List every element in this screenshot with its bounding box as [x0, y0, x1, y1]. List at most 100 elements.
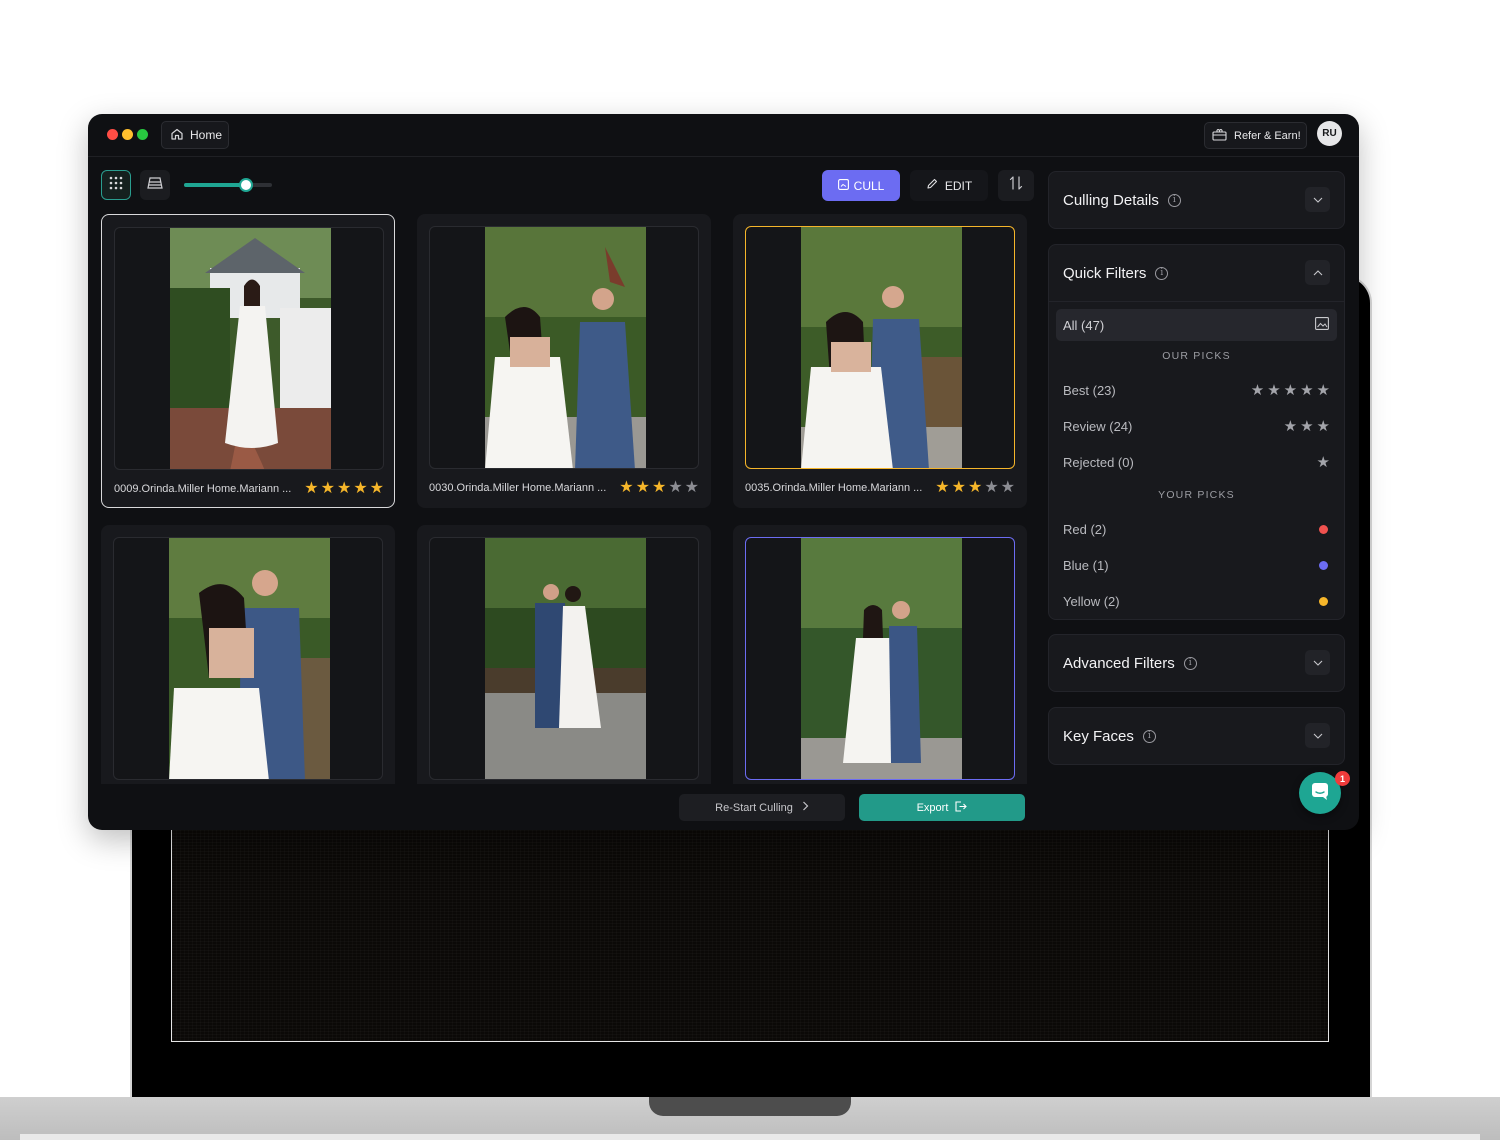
- star-icon[interactable]: ★: [968, 480, 982, 496]
- star-icon: ★: [1250, 382, 1265, 399]
- star-icon[interactable]: ★: [668, 480, 682, 496]
- edit-mode-button[interactable]: EDIT: [910, 170, 988, 201]
- photo-card-0009[interactable]: 0009.Orinda.Miller Home.Mariann ... ★ ★ ★ ★…: [101, 214, 395, 508]
- filter-best-label: Best (23): [1063, 382, 1116, 398]
- photo-thumbnail-couple-portrait: [801, 538, 962, 779]
- advanced-filters-title: Advanced Filters: [1063, 654, 1175, 672]
- key-faces-panel: Key Faces i: [1048, 707, 1345, 765]
- zoom-slider-thumb[interactable]: [238, 178, 253, 192]
- star-icon[interactable]: ★: [984, 480, 998, 496]
- filter-review-label: Review (24): [1063, 418, 1133, 434]
- info-icon[interactable]: i: [1142, 729, 1156, 743]
- zoom-slider[interactable]: [184, 178, 272, 192]
- maximize-window-button[interactable]: [137, 129, 148, 140]
- info-icon[interactable]: i: [1167, 193, 1181, 207]
- chevron-down-icon[interactable]: [1305, 650, 1330, 675]
- filter-yellow-label: Yellow (2): [1063, 593, 1120, 609]
- filter-review[interactable]: Review (24) ★ ★ ★: [1049, 408, 1344, 444]
- photo-thumbnail-couple-first-look: [485, 227, 646, 468]
- photo-thumbnail-couple-kiss: [485, 538, 646, 779]
- export-label: Export: [916, 801, 949, 814]
- user-avatar[interactable]: RU: [1317, 121, 1342, 146]
- info-icon[interactable]: i: [1155, 266, 1169, 280]
- photo-filename: 0009.Orinda.Miller Home.Mariann ...: [114, 483, 292, 495]
- star-icon[interactable]: ★: [321, 481, 335, 497]
- blue-color-dot: [1319, 560, 1328, 570]
- star-icon[interactable]: ★: [370, 481, 384, 497]
- chevron-down-icon[interactable]: [1305, 187, 1330, 212]
- our-picks-heading: OUR PICKS: [1162, 350, 1231, 362]
- advanced-filters-panel: Advanced Filters i: [1048, 634, 1345, 692]
- sort-button[interactable]: [998, 170, 1034, 201]
- filter-rejected[interactable]: Rejected (0) ★: [1049, 444, 1344, 480]
- photo-card-0030[interactable]: 0030.Orinda.Miller Home.Mariann ... ★ ★ ★ ★…: [417, 214, 711, 508]
- filter-red-label: Red (2): [1063, 521, 1107, 537]
- chevron-down-icon[interactable]: [1305, 723, 1330, 748]
- photo-card-0035[interactable]: 0035.Orinda.Miller Home.Mariann ... ★ ★ ★ ★…: [733, 214, 1027, 508]
- export-icon: [955, 800, 968, 815]
- quick-filters-title: Quick Filters: [1063, 264, 1147, 282]
- filter-blue-label: Blue (1): [1063, 557, 1109, 573]
- key-faces-header[interactable]: Key Faces i: [1049, 708, 1344, 764]
- star-icon[interactable]: ★: [304, 481, 318, 497]
- star-icon[interactable]: ★: [652, 480, 666, 496]
- quick-filters-panel: Quick Filters i All (47) OUR PICKS Best …: [1048, 244, 1345, 620]
- sort-arrows-icon: [1009, 175, 1023, 196]
- cull-mode-button[interactable]: CULL: [822, 170, 900, 201]
- laptop-base-shadow: [20, 1134, 1480, 1140]
- photo-caption: 0035.Orinda.Miller Home.Mariann ... ★ ★ ★ ★…: [745, 480, 1015, 496]
- close-window-button[interactable]: [107, 129, 118, 140]
- star-icon[interactable]: ★: [685, 480, 699, 496]
- window-controls: [107, 129, 148, 140]
- star-icon[interactable]: ★: [952, 480, 966, 496]
- refer-earn-button[interactable]: Refer & Earn!: [1204, 122, 1307, 149]
- star-icon[interactable]: ★: [337, 481, 351, 497]
- photo-thumbnail-bride-walking: [170, 228, 331, 469]
- filter-yellow[interactable]: Yellow (2): [1049, 583, 1344, 619]
- advanced-filters-header[interactable]: Advanced Filters i: [1049, 635, 1344, 691]
- star-rating[interactable]: ★ ★ ★ ★ ★: [619, 480, 699, 496]
- star-icon[interactable]: ★: [636, 480, 650, 496]
- culling-details-header[interactable]: Culling Details i: [1049, 172, 1344, 228]
- home-button[interactable]: Home: [161, 121, 229, 149]
- filter-best[interactable]: Best (23) ★ ★ ★ ★ ★: [1049, 372, 1344, 408]
- laptop-notch: [649, 1097, 851, 1116]
- filter-blue[interactable]: Blue (1): [1049, 547, 1344, 583]
- grid-view-button[interactable]: [101, 170, 131, 200]
- info-icon[interactable]: i: [1183, 656, 1197, 670]
- home-icon: [170, 127, 184, 144]
- photo-frame-yellow-tagged: [745, 226, 1015, 469]
- filter-star-rating: ★ ★ ★ ★ ★: [1251, 381, 1330, 399]
- star-icon[interactable]: ★: [619, 480, 633, 496]
- star-icon: ★: [1267, 382, 1281, 399]
- star-icon[interactable]: ★: [1001, 480, 1015, 496]
- star-icon: ★: [1283, 418, 1298, 435]
- zoom-slider-fill: [184, 183, 246, 187]
- filter-all[interactable]: All (47): [1056, 309, 1337, 341]
- restart-culling-label: Re-Start Culling: [715, 801, 793, 814]
- photo-card-5[interactable]: [417, 525, 711, 784]
- star-rating[interactable]: ★ ★ ★ ★ ★: [304, 481, 384, 497]
- star-rating[interactable]: ★ ★ ★ ★ ★: [935, 480, 1015, 496]
- photo-card-6[interactable]: [733, 525, 1027, 784]
- star-icon[interactable]: ★: [353, 481, 367, 497]
- photo-thumbnail-couple-close: [169, 538, 330, 779]
- photo-card-4[interactable]: [101, 525, 395, 784]
- photo-caption: 0009.Orinda.Miller Home.Mariann ... ★ ★ ★ ★…: [114, 481, 384, 497]
- filter-red[interactable]: Red (2): [1049, 511, 1344, 547]
- cull-icon: [837, 178, 849, 193]
- star-icon[interactable]: ★: [935, 480, 949, 496]
- photo-frame-blue-tagged: [745, 537, 1015, 780]
- chevron-up-icon[interactable]: [1305, 260, 1330, 285]
- photo-thumbnail-couple-holding-hands: [801, 227, 962, 468]
- export-button[interactable]: Export: [859, 794, 1025, 821]
- stack-view-button[interactable]: [140, 170, 170, 200]
- minimize-window-button[interactable]: [122, 129, 133, 140]
- gift-icon: [1212, 128, 1227, 144]
- refer-earn-label: Refer & Earn!: [1234, 129, 1301, 142]
- star-icon: ★: [1316, 382, 1330, 399]
- quick-filters-header[interactable]: Quick Filters i: [1049, 245, 1344, 301]
- photo-filename: 0035.Orinda.Miller Home.Mariann ...: [745, 482, 923, 494]
- photo-frame: [429, 226, 699, 469]
- restart-culling-button[interactable]: Re-Start Culling: [679, 794, 845, 821]
